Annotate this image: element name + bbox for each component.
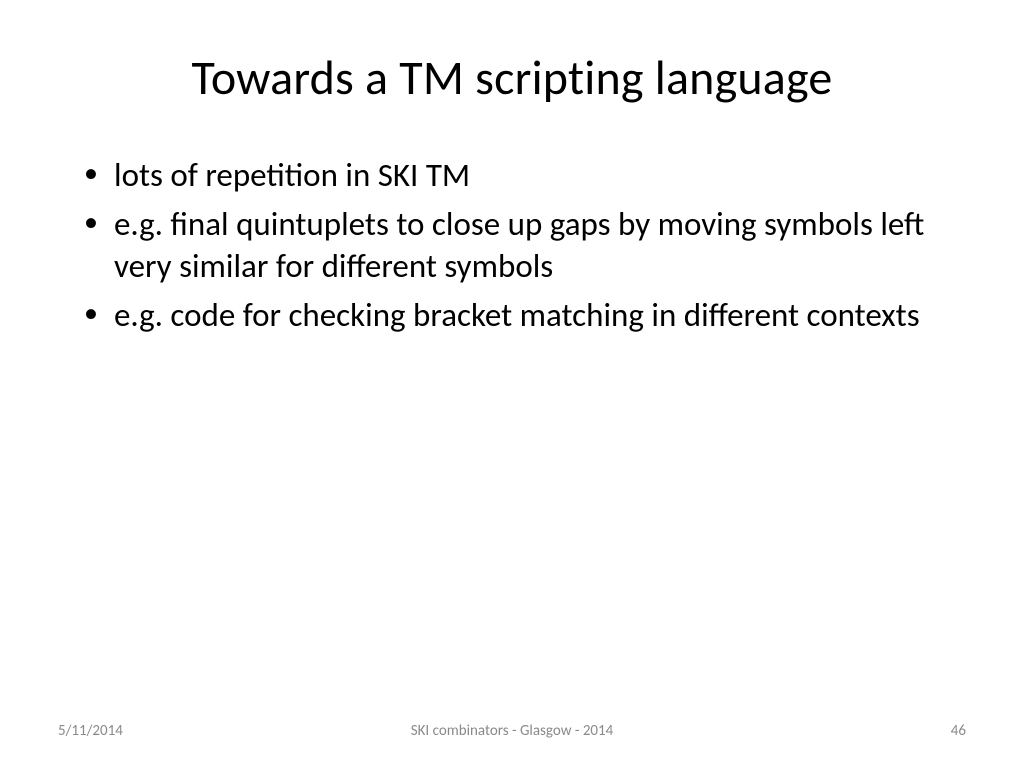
bullet-item: e.g. code for checking bracket matching … bbox=[82, 295, 954, 336]
bullet-list: lots of repetition in SKI TM e.g. final … bbox=[82, 155, 954, 336]
footer-date: 5/11/2014 bbox=[58, 722, 123, 740]
bullet-item: e.g. final quintuplets to close up gaps … bbox=[82, 204, 954, 287]
slide-content: lots of repetition in SKI TM e.g. final … bbox=[70, 155, 954, 336]
slide-title: Towards a TM scripting language bbox=[70, 48, 954, 107]
slide-footer: 5/11/2014 SKI combinators - Glasgow - 20… bbox=[0, 722, 1024, 740]
slide-container: Towards a TM scripting language lots of … bbox=[0, 0, 1024, 768]
footer-presentation: SKI combinators - Glasgow - 2014 bbox=[411, 722, 614, 740]
footer-page-number: 46 bbox=[951, 722, 966, 740]
bullet-item: lots of repetition in SKI TM bbox=[82, 155, 954, 196]
